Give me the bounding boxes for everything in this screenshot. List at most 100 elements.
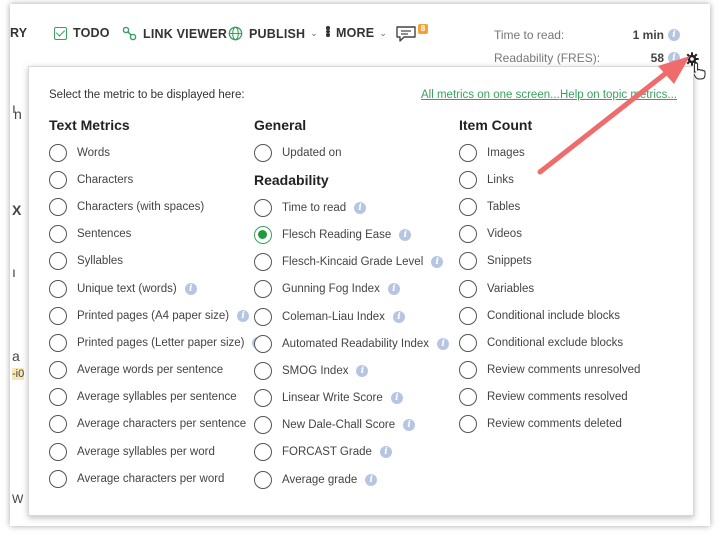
help-topic-metrics-link[interactable]: Help on topic metrics... (560, 89, 677, 101)
info-icon[interactable]: i (403, 419, 416, 432)
radio-button[interactable] (49, 225, 67, 244)
radio-button[interactable] (49, 170, 67, 189)
radio-button[interactable] (254, 470, 272, 489)
radio-button[interactable] (254, 198, 272, 217)
radio-button[interactable] (459, 388, 477, 407)
metric-option-average-characters-per-word[interactable]: Average characters per word (49, 465, 264, 492)
radio-button[interactable] (49, 388, 67, 407)
more-menu[interactable]: MORE ⌄ (326, 26, 387, 40)
info-icon[interactable]: i (356, 364, 369, 377)
metric-option-images[interactable]: Images (459, 139, 640, 166)
radio-button[interactable] (254, 307, 272, 326)
radio-button[interactable] (459, 333, 477, 352)
metric-option-label: Characters (with spaces) (77, 200, 205, 213)
metric-option-sentences[interactable]: Sentences (49, 221, 264, 248)
readability-value: 58 (650, 51, 664, 65)
radio-button[interactable] (49, 252, 67, 271)
metric-option-variables[interactable]: Variables (459, 275, 640, 302)
info-icon[interactable]: i (392, 310, 405, 323)
metric-option-average-syllables-per-sentence[interactable]: Average syllables per sentence (49, 384, 264, 411)
metric-option-review-comments-resolved[interactable]: Review comments resolved (459, 384, 640, 411)
info-icon[interactable]: i (387, 283, 400, 296)
radio-button[interactable] (459, 361, 477, 380)
radio-button[interactable] (49, 279, 67, 298)
info-icon[interactable]: i (431, 256, 444, 269)
info-icon[interactable]: i (390, 392, 403, 405)
radio-button[interactable] (459, 415, 477, 434)
history-menu-partial[interactable]: RY (10, 26, 27, 40)
radio-button[interactable] (254, 416, 272, 435)
metric-option-conditional-include-blocks[interactable]: Conditional include blocks (459, 302, 640, 329)
metric-option-characters[interactable]: Characters (49, 166, 264, 193)
metric-option-automated-readability-index[interactable]: Automated Readability Index i (254, 330, 450, 357)
radio-button[interactable] (49, 361, 67, 380)
info-icon[interactable]: i (379, 446, 392, 459)
metric-option-printed-pages-a4-paper-size[interactable]: Printed pages (A4 paper size) i (49, 302, 264, 329)
all-metrics-link[interactable]: All metrics on one screen... (421, 89, 560, 101)
radio-button[interactable] (254, 143, 272, 162)
metric-option-average-characters-per-sentence[interactable]: Average characters per sentence (49, 411, 264, 438)
info-icon[interactable]: i (365, 473, 378, 486)
metric-option-tables[interactable]: Tables (459, 193, 640, 220)
link-viewer-button[interactable]: LINK VIEWER (122, 26, 227, 41)
metric-option-characters-with-spaces[interactable]: Characters (with spaces) (49, 193, 264, 220)
radio-button[interactable] (49, 143, 67, 162)
comments-icon[interactable] (396, 26, 416, 42)
radio-button[interactable] (49, 306, 67, 325)
metric-option-flesch-kincaid-grade-level[interactable]: Flesch-Kincaid Grade Level i (254, 249, 449, 276)
radio-button[interactable] (49, 415, 67, 434)
radio-button[interactable] (459, 197, 477, 216)
radio-button[interactable] (254, 253, 272, 272)
radio-button[interactable] (254, 389, 272, 408)
radio-button[interactable] (254, 334, 272, 353)
radio-button[interactable] (459, 306, 477, 325)
radio-button[interactable] (49, 442, 67, 461)
info-icon[interactable]: i (354, 201, 367, 214)
info-icon[interactable]: i (237, 309, 250, 322)
metric-option-links[interactable]: Links (459, 166, 640, 193)
metric-option-linsear-write-score[interactable]: Linsear Write Score i (254, 385, 449, 412)
metric-option-printed-pages-letter-paper-size[interactable]: Printed pages (Letter paper size)i (49, 329, 265, 356)
info-icon[interactable]: i (668, 29, 680, 41)
metric-option-label: Review comments resolved (487, 391, 628, 404)
metric-option-gunning-fog-index[interactable]: Gunning Fog Index i (254, 276, 449, 303)
info-icon[interactable]: i (399, 228, 412, 241)
radio-button[interactable] (49, 469, 67, 488)
info-icon[interactable]: i (437, 337, 450, 350)
metric-option-snippets[interactable]: Snippets (459, 248, 640, 275)
metric-option-average-syllables-per-word[interactable]: Average syllables per word (49, 438, 264, 465)
metric-option-forcast-grade[interactable]: FORCAST Grade i (254, 439, 449, 466)
radio-button[interactable] (254, 225, 272, 244)
metric-option-coleman-liau-index[interactable]: Coleman-Liau Index i (254, 303, 449, 330)
radio-button[interactable] (49, 333, 67, 352)
metric-option-conditional-exclude-blocks[interactable]: Conditional exclude blocks (459, 329, 640, 356)
metric-option-review-comments-deleted[interactable]: Review comments deleted (459, 411, 640, 438)
metric-option-flesch-reading-ease[interactable]: Flesch Reading Ease i (254, 221, 449, 248)
info-icon[interactable]: i (184, 282, 197, 295)
metric-option-average-words-per-sentence[interactable]: Average words per sentence (49, 357, 264, 384)
metric-option-time-to-read[interactable]: Time to read i (254, 194, 449, 221)
radio-button[interactable] (459, 143, 477, 162)
radio-button[interactable] (254, 280, 272, 299)
metric-option-label: Gunning Fog Index (282, 283, 380, 296)
todo-button[interactable]: TODO (54, 26, 110, 40)
metric-option-smog-index[interactable]: SMOG Index i (254, 357, 449, 384)
radio-button[interactable] (49, 197, 67, 216)
radio-button[interactable] (459, 279, 477, 298)
metric-option-unique-text-words[interactable]: Unique text (words) i (49, 275, 264, 302)
metric-option-words[interactable]: Words (49, 139, 264, 166)
metric-option-new-dale-chall-score[interactable]: New Dale-Chall Score i (254, 412, 449, 439)
radio-button[interactable] (459, 252, 477, 271)
metric-option-updated-on[interactable]: Updated on (254, 139, 449, 166)
metric-option-videos[interactable]: Videos (459, 221, 640, 248)
radio-button[interactable] (254, 361, 272, 380)
radio-button[interactable] (459, 225, 477, 244)
radio-button[interactable] (254, 443, 272, 462)
publish-menu[interactable]: PUBLISH ⌄ (228, 26, 318, 41)
radio-button[interactable] (459, 170, 477, 189)
metric-option-review-comments-unresolved[interactable]: Review comments unresolved (459, 357, 640, 384)
history-label: RY (10, 26, 28, 40)
metric-option-average-grade[interactable]: Average grade i (254, 466, 449, 493)
info-icon[interactable]: i (668, 52, 680, 64)
metric-option-syllables[interactable]: Syllables (49, 248, 264, 275)
